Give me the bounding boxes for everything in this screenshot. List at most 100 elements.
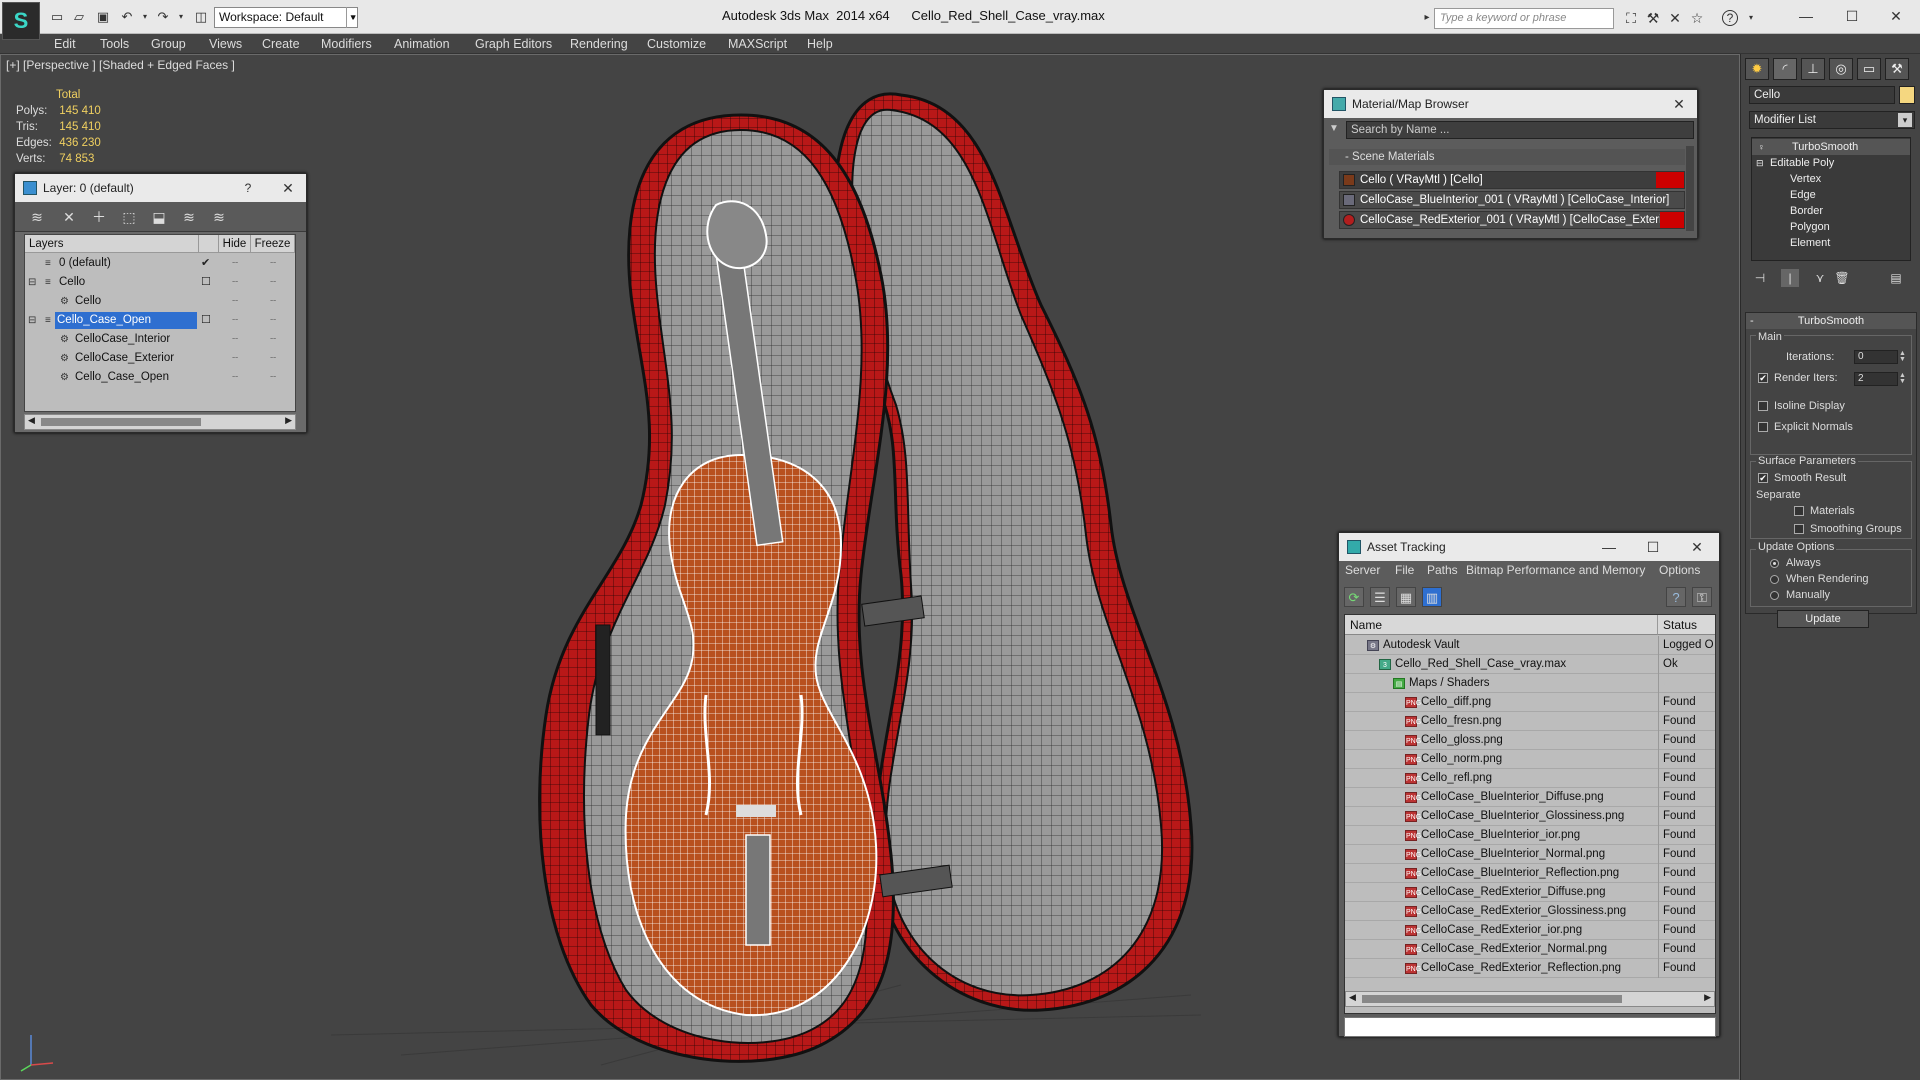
make-unique-icon[interactable]: ⋎ xyxy=(1811,269,1829,287)
pin-stack-icon[interactable]: ⊣ xyxy=(1751,269,1769,287)
project-folder-icon[interactable]: ◫ xyxy=(192,8,210,26)
undo-dropdown-icon[interactable]: ▾ xyxy=(136,8,154,26)
browser-options-icon[interactable]: ▼ xyxy=(1329,123,1339,134)
layer-help-button[interactable]: ? xyxy=(234,174,262,202)
asset-row[interactable]: PNG CelloCase_BlueInterior_Glossiness.png… xyxy=(1345,807,1715,826)
keyword-search-input[interactable]: Type a keyword or phrase xyxy=(1434,8,1614,29)
asset-menu-options[interactable]: Options xyxy=(1659,563,1700,577)
menu-rendering[interactable]: Rendering xyxy=(570,34,628,54)
add-to-layer-icon[interactable]: ＋ xyxy=(89,207,109,227)
scene-materials-header[interactable]: - Scene Materials xyxy=(1329,149,1685,165)
modify-tab-icon[interactable]: ◜ xyxy=(1773,58,1797,80)
when-rendering-radio[interactable] xyxy=(1770,575,1779,584)
object-color-swatch[interactable] xyxy=(1899,86,1915,104)
name-column-header[interactable]: Name xyxy=(1345,615,1658,635)
scroll-thumb[interactable] xyxy=(1362,995,1622,1003)
status-column-header[interactable]: Status xyxy=(1658,615,1715,635)
viewport-label[interactable]: [+] [Perspective ] [Shaded + Edged Faces… xyxy=(6,58,235,72)
asset-row[interactable]: ▤ Maps / Shaders xyxy=(1345,674,1715,693)
help-dropdown-icon[interactable]: ▾ xyxy=(1742,9,1760,27)
render-iters-spinner[interactable]: 2 ▲ ▼ xyxy=(1854,372,1906,386)
redo-dropdown-icon[interactable]: ▾ xyxy=(172,8,190,26)
help-icon[interactable]: ? xyxy=(1722,10,1738,26)
communication-center-icon[interactable]: ✕ xyxy=(1666,9,1684,27)
menu-graph-editors[interactable]: Graph Editors xyxy=(475,34,552,54)
vault-help-icon[interactable]: ? xyxy=(1666,587,1686,607)
asset-row[interactable]: PNG Cello_refl.png Found xyxy=(1345,769,1715,788)
vault-login-icon[interactable]: ⚿ xyxy=(1692,587,1712,607)
smoothing-groups-checkbox[interactable] xyxy=(1794,524,1804,534)
menu-views[interactable]: Views xyxy=(209,34,242,54)
refresh-icon[interactable]: ⟳ xyxy=(1344,587,1364,607)
hide-toggle[interactable]: ╌ xyxy=(225,254,245,273)
layer-horizontal-scrollbar[interactable]: ◀ ▶ xyxy=(24,414,296,430)
asset-path-field[interactable] xyxy=(1344,1017,1716,1037)
asset-row[interactable]: PNG CelloCase_RedExterior_Reflection.png F… xyxy=(1345,959,1715,978)
modifier-list-dropdown[interactable]: Modifier List ▾ xyxy=(1749,111,1915,129)
menu-edit[interactable]: Edit xyxy=(54,34,76,54)
workspace-dropdown[interactable]: Workspace: Default ▾ xyxy=(214,7,358,28)
maximize-button[interactable]: ☐ xyxy=(1832,4,1872,28)
render-iters-checkbox[interactable]: ✔ xyxy=(1758,373,1768,383)
freeze-toggle[interactable]: ╌ xyxy=(263,349,283,368)
asset-tracking-panel[interactable]: Asset Tracking — ☐ ✕ Server File Paths B… xyxy=(1338,532,1720,1037)
favorites-star-icon[interactable]: ☆ xyxy=(1688,9,1706,27)
list-view-icon[interactable]: ☰ xyxy=(1370,587,1390,607)
layer-row[interactable]: ≡ 0 (default) ✔ ╌ ╌ xyxy=(25,254,295,273)
layer-close-button[interactable]: ✕ xyxy=(274,174,302,202)
material-item[interactable]: CelloCase_RedExterior_001 ( VRayMtl ) [C… xyxy=(1339,211,1685,229)
undo-icon[interactable]: ↶ xyxy=(118,8,136,26)
close-button[interactable]: ✕ xyxy=(1876,4,1916,28)
freeze-toggle[interactable]: ╌ xyxy=(263,330,283,349)
explicit-normals-checkbox[interactable] xyxy=(1758,422,1768,432)
object-name-field[interactable]: Cello xyxy=(1749,86,1895,104)
scroll-left-icon[interactable]: ◀ xyxy=(28,415,35,426)
asset-row[interactable]: PNG CelloCase_RedExterior_ior.png Found xyxy=(1345,921,1715,940)
current-layer-check-icon[interactable]: ✔ xyxy=(201,254,215,273)
rollout-header[interactable]: - TurboSmooth xyxy=(1746,313,1916,329)
layers-column-header[interactable]: Layers xyxy=(25,235,199,253)
freeze-toggle[interactable]: ╌ xyxy=(263,368,283,387)
asset-row[interactable]: PNG Cello_norm.png Found xyxy=(1345,750,1715,769)
menu-create[interactable]: Create xyxy=(262,34,300,54)
smooth-result-checkbox[interactable]: ✔ xyxy=(1758,473,1768,483)
stack-item-polygon[interactable]: Polygon xyxy=(1752,219,1910,235)
save-file-icon[interactable]: ▣ xyxy=(94,8,112,26)
menu-group[interactable]: Group xyxy=(151,34,186,54)
material-list-scrollbar[interactable] xyxy=(1686,146,1694,231)
layer-manager-panel[interactable]: Layer: 0 (default) ? ✕ ≋ ✕ ＋ ⬚ ⬓ ≋ ≋ Lay… xyxy=(14,173,307,433)
minimize-button[interactable]: — xyxy=(1786,4,1826,28)
freeze-toggle[interactable]: ╌ xyxy=(263,273,283,292)
hide-toggle[interactable]: ╌ xyxy=(225,349,245,368)
new-file-icon[interactable]: ▭ xyxy=(48,8,66,26)
asset-row[interactable]: PNG CelloCase_RedExterior_Normal.png Found xyxy=(1345,940,1715,959)
layer-row[interactable]: ⊟ ≡ Cello ☐ ╌ ╌ xyxy=(25,273,295,292)
material-search-input[interactable]: Search by Name ... xyxy=(1346,121,1694,139)
material-item[interactable]: CelloCase_BlueInterior_001 ( VRayMtl ) [… xyxy=(1339,191,1685,209)
isoline-display-checkbox[interactable] xyxy=(1758,401,1768,411)
remove-modifier-icon[interactable]: 🗑 xyxy=(1833,269,1851,287)
select-objects-icon[interactable]: ⬚ xyxy=(119,207,139,227)
material-map-browser-panel[interactable]: Material/Map Browser ✕ ▼ Search by Name … xyxy=(1323,89,1698,239)
material-item[interactable]: Cello ( VRayMtl ) [Cello] xyxy=(1339,171,1685,189)
scroll-right-icon[interactable]: ▶ xyxy=(285,415,292,426)
menu-animation[interactable]: Animation xyxy=(394,34,450,54)
freeze-toggle[interactable]: ╌ xyxy=(263,311,283,330)
display-tab-icon[interactable]: ▭ xyxy=(1857,58,1881,80)
redo-icon[interactable]: ↷ xyxy=(154,8,172,26)
hierarchy-tab-icon[interactable]: ⊥ xyxy=(1801,58,1825,80)
asset-row[interactable]: PNG Cello_gloss.png Found xyxy=(1345,731,1715,750)
subscription-key-icon[interactable]: ⚒ xyxy=(1644,9,1662,27)
layer-panel-title-bar[interactable]: Layer: 0 (default) ? ✕ xyxy=(15,174,306,202)
iterations-spinner[interactable]: 0 ▲ ▼ xyxy=(1854,350,1906,364)
hide-toggle[interactable]: ╌ xyxy=(225,330,245,349)
create-layer-icon[interactable]: ≋ xyxy=(27,207,47,227)
hide-toggle[interactable]: ╌ xyxy=(225,368,245,387)
collapse-icon[interactable]: ⊟ xyxy=(1756,155,1764,171)
layer-row[interactable]: ⚙ CelloCase_Interior ╌ ╌ xyxy=(25,330,295,349)
asset-horizontal-scrollbar[interactable]: ◀ ▶ xyxy=(1345,991,1715,1007)
asset-row[interactable]: PNG CelloCase_BlueInterior_Normal.png Foun… xyxy=(1345,845,1715,864)
asset-row[interactable]: 3 Cello_Red_Shell_Case_vray.max Ok xyxy=(1345,655,1715,674)
open-file-icon[interactable]: ▱ xyxy=(70,8,88,26)
asset-row[interactable]: PNG CelloCase_RedExterior_Glossiness.png F… xyxy=(1345,902,1715,921)
